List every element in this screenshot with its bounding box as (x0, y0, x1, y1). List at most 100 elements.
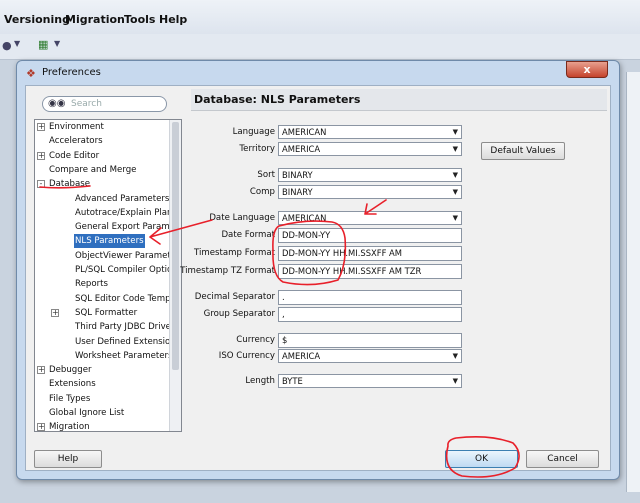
menu-bar: Versioning Migration Tools Help (0, 0, 640, 34)
cancel-button[interactable]: Cancel (526, 450, 599, 468)
preferences-tree: + Environment Accelerators + Code Editor Comp… (34, 119, 182, 432)
dropdown-arrow-icon[interactable]: ▼ (54, 39, 60, 48)
tree-item[interactable]: Reports (35, 277, 169, 291)
search-input[interactable]: ◉◉ Search (42, 96, 167, 112)
iso-currency-select[interactable]: AMERICA ▼ (278, 349, 462, 363)
date-format-field[interactable]: DD-MON-YY (278, 228, 462, 243)
dialog-title: Preferences (42, 67, 101, 78)
language-label: Language (232, 127, 275, 137)
tree-item[interactable]: + Environment (35, 120, 169, 134)
tree-item-label: File Types (49, 393, 91, 404)
menu-tools[interactable]: Tools (124, 13, 155, 26)
close-button[interactable]: x (566, 61, 608, 78)
tree-item-label: NLS Parameters (74, 234, 145, 249)
tree-item[interactable]: Accelerators (35, 134, 169, 148)
tree-item-label: Migration (49, 422, 90, 432)
comp-label: Comp (249, 187, 275, 197)
tree-item-label: SQL Formatter (75, 307, 138, 318)
tree-item[interactable]: PL/SQL Compiler Option (35, 263, 178, 277)
expand-icon[interactable]: + (37, 123, 45, 131)
tree-item[interactable]: Third Party JDBC Drive (35, 320, 171, 334)
tree-item-label: Compare and Merge (49, 164, 137, 175)
preferences-icon: ❖ (26, 67, 36, 80)
tree-item[interactable]: SQL Editor Code Templ (35, 292, 173, 306)
expand-icon[interactable]: + (37, 366, 45, 375)
tree-item-label: Advanced Parameters (75, 193, 170, 204)
date-format-label: Date Format (221, 230, 275, 240)
tree-item-label: General Export Parame (75, 222, 175, 233)
tree-item-label: Extensions (49, 379, 96, 390)
date-language-select[interactable]: AMERICAN ▼ (278, 211, 462, 225)
dialog-body: ◉◉ Search + Environment Accelerators + Code … (25, 85, 611, 471)
expand-icon[interactable]: + (37, 151, 45, 160)
currency-field[interactable]: $ (278, 333, 462, 348)
territory-select[interactable]: AMERICA ▼ (278, 142, 462, 156)
tree-item[interactable]: Global Ignore List (35, 406, 169, 420)
tree-scroll-thumb[interactable] (172, 122, 179, 370)
chevron-down-icon: ▼ (452, 377, 458, 385)
sort-value: BINARY (282, 170, 313, 180)
comp-value: BINARY (282, 187, 313, 197)
help-button[interactable]: Help (34, 450, 102, 468)
chevron-down-icon: ▼ (452, 128, 458, 136)
tree-item[interactable]: Autotrace/Explain Plan (35, 206, 173, 220)
timestamp-tz-format-field[interactable]: DD-MON-YY HH.MI.SSXFF AM TZR (278, 264, 462, 279)
dialog-titlebar[interactable]: ❖ Preferences x (17, 61, 619, 85)
chevron-down-icon: ▼ (452, 352, 458, 360)
chevron-down-icon: ▼ (452, 214, 458, 222)
menu-migration[interactable]: Migration (65, 13, 125, 26)
ok-button[interactable]: OK (445, 450, 518, 468)
tree-item-label: SQL Editor Code Templ (75, 293, 173, 304)
currency-label: Currency (236, 335, 275, 345)
length-select[interactable]: BYTE ▼ (278, 374, 462, 388)
tree-item[interactable]: Worksheet Parameters (35, 349, 173, 363)
tree-item[interactable]: Extensions (35, 377, 169, 391)
back-icon[interactable]: ● (2, 39, 12, 52)
decimal-separator-field[interactable]: . (278, 290, 462, 305)
panel-title: Database: NLS Parameters (194, 93, 361, 106)
tree-item[interactable]: File Types (35, 392, 169, 406)
timestamp-format-label: Timestamp Format (194, 248, 275, 258)
tree-item[interactable]: - Database (35, 177, 169, 191)
tree-item-label: PL/SQL Compiler Option (75, 265, 178, 275)
timestamp-tz-format-label: Timestamp TZ Format (180, 266, 275, 276)
menu-help[interactable]: Help (159, 13, 187, 26)
collapse-icon[interactable]: - (37, 180, 45, 189)
group-separator-field[interactable]: , (278, 307, 462, 322)
timestamp-format-field[interactable]: DD-MON-YY HH.MI.SSXFF AM (278, 246, 462, 261)
tree-item-label: Third Party JDBC Drive (75, 322, 171, 333)
tree-item-label: User Defined Extension (75, 336, 176, 347)
iso-currency-label: ISO Currency (218, 351, 275, 361)
territory-value: AMERICA (282, 144, 321, 154)
tree-item[interactable]: User Defined Extension (35, 335, 176, 349)
menu-versioning[interactable]: Versioning (4, 13, 70, 26)
tree-item[interactable]: + Debugger (35, 363, 169, 377)
iso-currency-value: AMERICA (282, 351, 321, 361)
expand-icon[interactable]: + (51, 308, 59, 317)
dropdown-arrow-icon[interactable]: ▼ (14, 39, 20, 48)
default-values-button[interactable]: Default Values (481, 142, 565, 160)
sql-worksheet-icon[interactable]: ▦ (38, 38, 48, 51)
tree-item[interactable]: General Export Parame (35, 220, 175, 234)
binoculars-icon: ◉◉ (48, 98, 66, 109)
tree-item-label: ObjectViewer Paramete (75, 250, 177, 261)
language-select[interactable]: AMERICAN ▼ (278, 125, 462, 139)
tree-item[interactable]: Advanced Parameters (35, 192, 169, 206)
tree-item-label: Global Ignore List (49, 408, 125, 418)
tree-item[interactable]: + Code Editor (35, 149, 169, 163)
chevron-down-icon: ▼ (452, 171, 458, 179)
tree-item-label: Database (49, 179, 91, 190)
comp-select[interactable]: BINARY ▼ (278, 185, 462, 199)
tree-item[interactable]: + Migration (35, 420, 169, 432)
language-value: AMERICAN (282, 127, 327, 137)
tree-item[interactable]: Compare and Merge (35, 163, 169, 177)
tree-item-label: Reports (75, 279, 108, 290)
territory-label: Territory (239, 144, 275, 154)
sort-select[interactable]: BINARY ▼ (278, 168, 462, 182)
tree-item[interactable]: NLS Parameters (35, 234, 169, 249)
decimal-separator-label: Decimal Separator (194, 292, 275, 302)
tree-item[interactable]: + SQL Formatter (35, 306, 169, 320)
tree-item-label: Debugger (49, 365, 92, 376)
expand-icon[interactable]: + (37, 423, 45, 431)
tree-item[interactable]: ObjectViewer Paramete (35, 249, 176, 263)
